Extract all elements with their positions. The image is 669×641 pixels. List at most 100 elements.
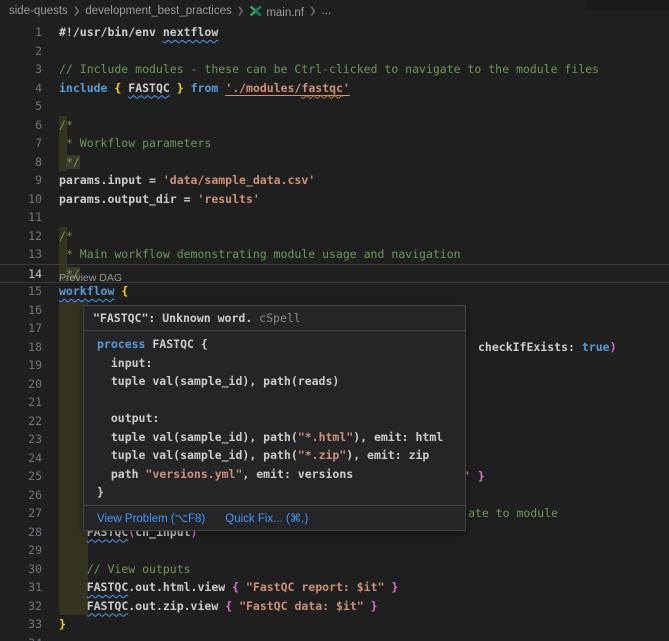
token-text	[59, 562, 87, 576]
token-text-sq: FASTQC	[128, 81, 170, 95]
token-text: params.input =	[59, 173, 163, 187]
code-text: FASTQC.out.zip.view { "FastQC data: $it"…	[59, 597, 378, 616]
line-number: 21	[0, 393, 42, 412]
token-comment: // View outputs	[87, 562, 191, 576]
code-line-2[interactable]: 2	[0, 42, 669, 61]
code-text: workflow {	[59, 282, 128, 301]
token-string: "*.zip"	[298, 448, 346, 462]
token-text	[59, 599, 87, 613]
line-number: 18	[0, 338, 42, 357]
code-line-32[interactable]: 32 FASTQC.out.zip.view { "FastQC data: $…	[0, 597, 669, 616]
code-line-29[interactable]: 29	[0, 541, 669, 560]
code-text: #!/usr/bin/env nextflow	[59, 23, 218, 42]
token-text: tuple val(sample_id), path(	[97, 448, 298, 462]
code-text: // View outputs	[59, 560, 191, 579]
token-text: path	[97, 467, 145, 481]
token-text: tuple val(sample_id), path(	[97, 430, 298, 444]
line-number: 1	[0, 23, 42, 42]
code-line-7[interactable]: 7 * Workflow parameters	[0, 134, 669, 153]
hover-code-preview: process FASTQC { input: tuple val(sample…	[84, 331, 465, 505]
codelens-preview-dag[interactable]: Preview DAG	[59, 272, 122, 284]
line-number: 26	[0, 486, 42, 505]
hover-code-line: }	[97, 483, 459, 502]
breadcrumb-separator: ❯	[232, 5, 250, 16]
line-number: 17	[0, 319, 42, 338]
line-number: 16	[0, 301, 42, 320]
breadcrumb-item-side-quests[interactable]: side-quests	[9, 5, 68, 17]
code-text: * Workflow parameters	[59, 134, 211, 153]
code-line-3[interactable]: 3// Include modules - these can be Ctrl-…	[0, 60, 669, 79]
line-number: 15	[0, 282, 42, 301]
code-line-5[interactable]: 5	[0, 97, 669, 116]
token-bracket2: {	[232, 580, 239, 594]
token-text	[184, 81, 191, 95]
token-string: "FastQC report: $it"	[246, 580, 384, 594]
line-number: 12	[0, 227, 42, 246]
token-string: 'data/sample_data.csv'	[163, 173, 315, 187]
token-text: .out.zip.view	[128, 599, 225, 613]
code-line-12[interactable]: 12/*	[0, 227, 669, 246]
line-number: 34	[0, 634, 42, 641]
token-text-sq: FASTQC	[87, 599, 129, 613]
line-number: 14	[0, 265, 42, 284]
code-fragment-line-27: ate to module	[468, 504, 558, 523]
code-line-4[interactable]: 4include { FASTQC } from './modules/fast…	[0, 79, 669, 98]
hover-code-line: output:	[97, 409, 459, 428]
line-number: 8	[0, 153, 42, 172]
token-string-link: './modules/	[225, 81, 301, 96]
breadcrumb-item-main-nf[interactable]: main.nf	[249, 4, 304, 19]
code-line-11[interactable]: 11	[0, 208, 669, 227]
code-text: FASTQC.out.html.view { "FastQC report: $…	[59, 578, 398, 597]
token-string: "FastQC data: $it"	[239, 599, 364, 613]
quick-fix-action[interactable]: Quick Fix... (⌘.)	[225, 511, 308, 525]
token-text	[170, 81, 177, 95]
token-keyword: process	[97, 337, 145, 351]
scrollbar-corner-shade	[587, 0, 669, 11]
code-line-1[interactable]: 1 #!/usr/bin/env nextflow	[0, 23, 669, 42]
token-string: 'results'	[197, 192, 259, 206]
code-text: // Include modules - these can be Ctrl-c…	[59, 60, 599, 79]
token-text: FASTQC {	[145, 337, 207, 351]
line-number: 29	[0, 541, 42, 560]
line-number: 22	[0, 412, 42, 431]
code-editor[interactable]: 1 #!/usr/bin/env nextflow 23// Include mod…	[0, 22, 669, 641]
code-line-8[interactable]: 8 */	[0, 153, 669, 172]
hover-code-line	[97, 391, 459, 410]
line-number: 6	[0, 116, 42, 135]
code-line-34[interactable]: 34	[0, 634, 669, 641]
token-bracket1: }	[177, 81, 184, 95]
code-text: params.input = 'data/sample_data.csv'	[59, 171, 315, 190]
code-line-10[interactable]: 10params.output_dir = 'results'	[0, 190, 669, 209]
token-text: ), emit: zip	[346, 448, 429, 462]
code-text: params.output_dir = 'results'	[59, 190, 260, 209]
line-number: 25	[0, 467, 42, 486]
token-text: }	[97, 485, 104, 499]
token-keyword: from	[191, 81, 219, 95]
breadcrumb-item-development-best-practices[interactable]: development_best_practices	[85, 5, 231, 17]
diagnostic-hover: "FASTQC": Unknown word. cSpell process F…	[83, 305, 466, 531]
breadcrumb-item--[interactable]: ...	[322, 5, 332, 17]
token-comment: * Workflow parameters	[59, 136, 211, 150]
hover-code-line: path "versions.yml", emit: versions	[97, 465, 459, 484]
code-line-15[interactable]: 15 workflow {	[0, 282, 669, 301]
token-comment: /*	[59, 118, 73, 132]
view-problem-action[interactable]: View Problem (⌥F8)	[97, 511, 205, 525]
token-keyword-sq: workflow	[59, 284, 114, 298]
line-number: 28	[0, 523, 42, 542]
code-line-13[interactable]: 13 * Main workflow demonstrating module …	[0, 245, 669, 264]
code-line-9[interactable]: 9params.input = 'data/sample_data.csv'	[0, 171, 669, 190]
code-line-30[interactable]: 30 // View outputs	[0, 560, 669, 579]
code-line-31[interactable]: 31 FASTQC.out.html.view { "FastQC report…	[0, 578, 669, 597]
line-number: 2	[0, 42, 42, 61]
code-line-33[interactable]: 33}	[0, 615, 669, 634]
token-text: checkIfExists:	[478, 340, 582, 354]
hover-code-line: tuple val(sample_id), path("*.zip"), emi…	[97, 446, 459, 465]
token-comment: * Main workflow demonstrating module usa…	[59, 247, 461, 261]
token-text	[59, 580, 87, 594]
line-number: 31	[0, 578, 42, 597]
code-text: /*	[59, 116, 73, 135]
token-text: tuple val(sample_id), path(reads)	[97, 374, 339, 388]
code-line-6[interactable]: 6 /*	[0, 116, 669, 135]
code-text: include { FASTQC } from './modules/fastq…	[59, 79, 350, 98]
hover-actions: View Problem (⌥F8) Quick Fix... (⌘.)	[84, 505, 465, 530]
